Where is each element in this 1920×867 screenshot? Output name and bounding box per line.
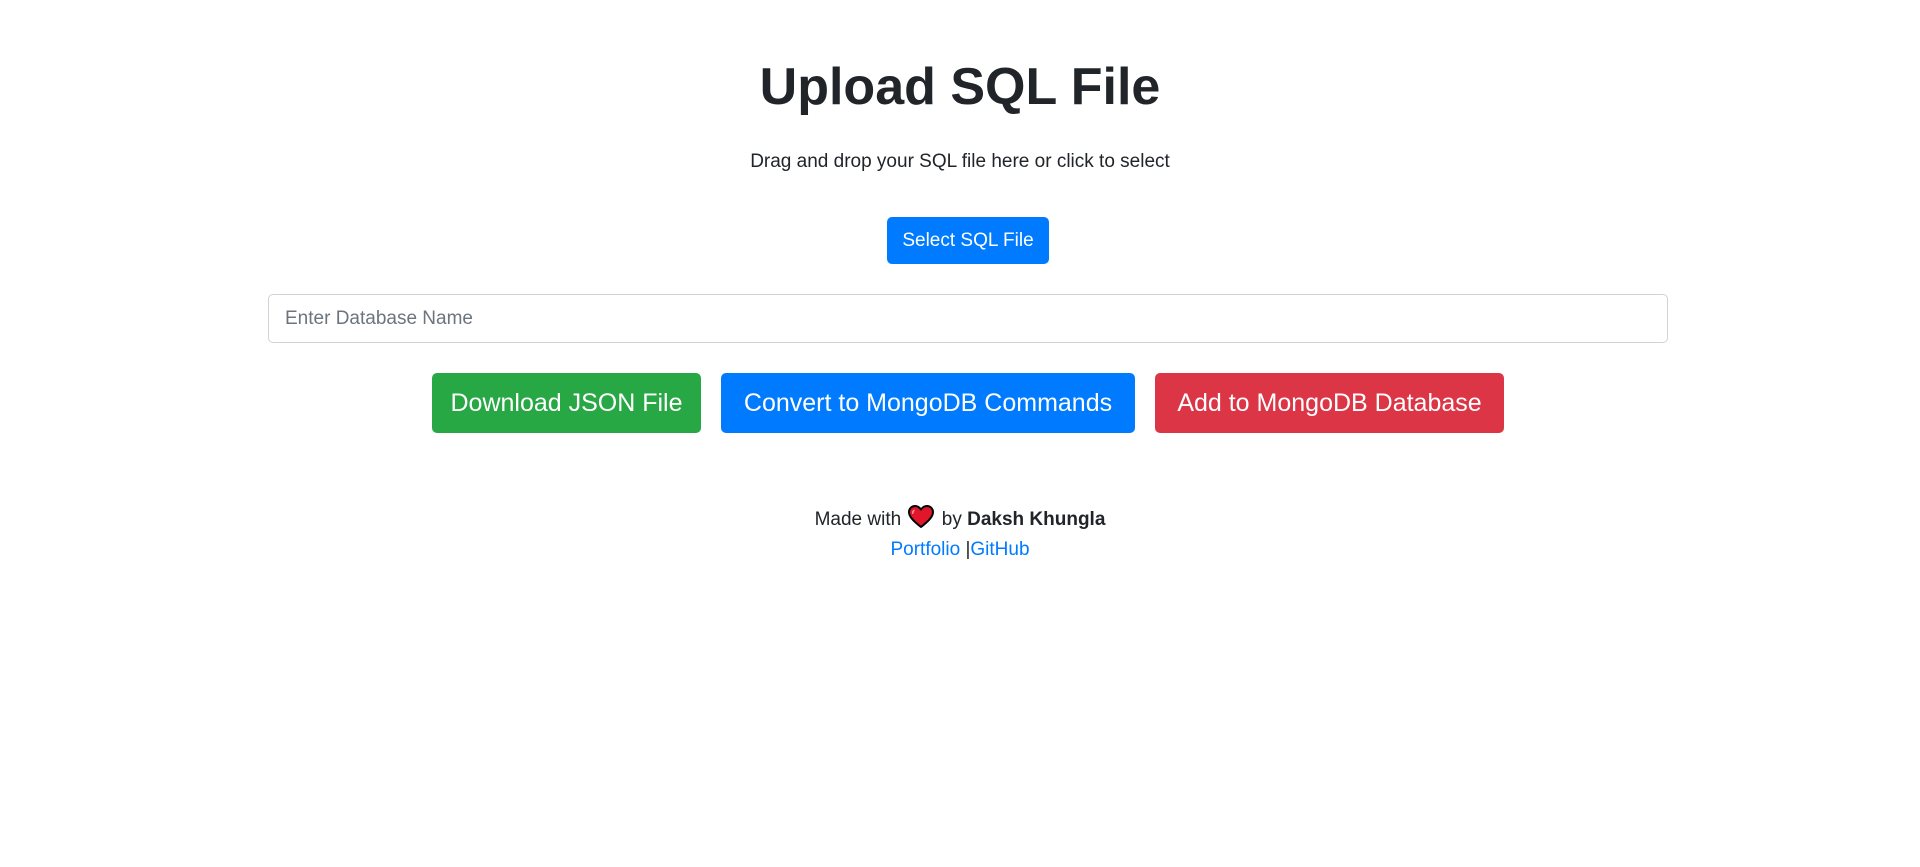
made-with-text: Made with: [814, 509, 902, 530]
select-sql-file-button[interactable]: Select SQL File: [887, 217, 1049, 264]
author-name: Daksh Khungla: [967, 509, 1106, 530]
action-buttons: Download JSON File Convert to MongoDB Co…: [0, 373, 1920, 433]
add-to-mongodb-button[interactable]: Add to MongoDB Database: [1155, 373, 1504, 433]
portfolio-link[interactable]: Portfolio: [890, 539, 960, 560]
footer-links: Portfolio |GitHub: [0, 535, 1920, 565]
upload-instructions: Drag and drop your SQL file here or clic…: [750, 151, 1170, 172]
database-name-input[interactable]: [268, 294, 1668, 343]
footer: Made with by Daksh Khungla Portfolio |Gi…: [0, 505, 1920, 565]
download-json-button[interactable]: Download JSON File: [432, 373, 701, 433]
page-title: Upload SQL File: [759, 58, 1161, 116]
convert-mongodb-button[interactable]: Convert to MongoDB Commands: [721, 373, 1135, 433]
by-text: by: [941, 509, 962, 530]
heart-icon: [908, 505, 935, 528]
credits-line: Made with by Daksh Khungla: [0, 505, 1920, 535]
github-link[interactable]: GitHub: [970, 539, 1029, 560]
page: Upload SQL File Drag and drop your SQL f…: [0, 0, 1920, 867]
